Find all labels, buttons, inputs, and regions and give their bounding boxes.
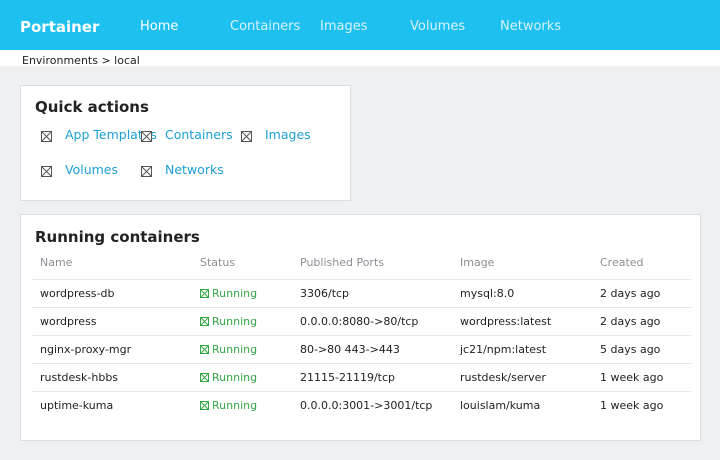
container-name[interactable]: rustdesk-hbbs: [40, 371, 118, 385]
container-image: louislam/kuma: [460, 399, 541, 412]
broken-image-icon: [200, 401, 209, 410]
table-row[interactable]: nginx-proxy-mgr Running 80->80 443->443 …: [32, 335, 691, 363]
nav-volumes[interactable]: Volumes: [410, 19, 465, 35]
broken-image-icon: [241, 131, 252, 142]
container-name[interactable]: nginx-proxy-mgr: [40, 343, 131, 357]
broken-image-icon: [200, 373, 209, 382]
status-label: Running: [212, 371, 258, 384]
status-label: Running: [212, 287, 258, 300]
table-row[interactable]: uptime-kuma Running 0.0.0.0:3001->3001/t…: [32, 391, 691, 419]
created-time: 2 days ago: [600, 315, 661, 328]
status-badge: Running: [200, 343, 257, 357]
container-name[interactable]: uptime-kuma: [40, 399, 113, 413]
quick-action-images[interactable]: Images: [265, 127, 311, 143]
column-header-ports[interactable]: Published Ports: [300, 256, 384, 270]
status-badge: Running: [200, 287, 257, 301]
container-name[interactable]: wordpress-db: [40, 287, 114, 301]
column-header-created[interactable]: Created: [600, 256, 644, 270]
table-row[interactable]: wordpress Running 0.0.0.0:8080->80/tcp w…: [32, 307, 691, 335]
quick-action-networks[interactable]: Networks: [165, 162, 224, 178]
created-time: 2 days ago: [600, 287, 661, 300]
status-label: Running: [212, 343, 258, 356]
status-badge: Running: [200, 315, 257, 329]
column-header-status[interactable]: Status: [200, 256, 235, 270]
published-ports: 3306/tcp: [300, 287, 350, 300]
broken-image-icon: [200, 317, 209, 326]
broken-image-icon: [141, 166, 152, 177]
quick-action-volumes[interactable]: Volumes: [65, 162, 118, 178]
broken-image-icon: [200, 289, 209, 298]
status-badge: Running: [200, 371, 257, 385]
running-containers-title: Running containers: [35, 228, 200, 246]
status-label: Running: [212, 399, 258, 412]
published-ports: 80->80 443->443: [300, 343, 400, 356]
published-ports: 0.0.0.0:8080->80/tcp: [300, 315, 419, 328]
table-row[interactable]: rustdesk-hbbs Running 21115-21119/tcp ru…: [32, 363, 691, 391]
created-time: 5 days ago: [600, 343, 661, 356]
nav-home[interactable]: Home: [140, 19, 178, 35]
created-time: 1 week ago: [600, 399, 664, 412]
nav-images[interactable]: Images: [320, 19, 368, 35]
broken-image-icon: [141, 131, 152, 142]
status-label: Running: [212, 315, 258, 328]
quick-actions-title: Quick actions: [35, 98, 149, 116]
published-ports: 21115-21119/tcp: [300, 371, 396, 384]
nav-containers[interactable]: Containers: [230, 19, 300, 35]
broken-image-icon: [41, 166, 52, 177]
breadcrumb[interactable]: Environments > local: [22, 55, 140, 67]
nav-networks[interactable]: Networks: [500, 19, 561, 35]
table-row[interactable]: wordpress-db Running 3306/tcp mysql:8.0 …: [32, 279, 691, 307]
broken-image-icon: [41, 131, 52, 142]
container-image: wordpress:latest: [460, 315, 552, 328]
status-badge: Running: [200, 399, 257, 413]
column-header-image[interactable]: Image: [460, 256, 494, 270]
container-image: rustdesk/server: [460, 371, 546, 384]
broken-image-icon: [200, 345, 209, 354]
container-image: mysql:8.0: [460, 287, 515, 300]
published-ports: 0.0.0.0:3001->3001/tcp: [300, 399, 433, 412]
container-image: jc21/npm:latest: [460, 343, 547, 356]
brand-logo[interactable]: Portainer: [20, 17, 99, 37]
quick-action-containers[interactable]: Containers: [165, 127, 233, 143]
column-header-name[interactable]: Name: [40, 256, 72, 270]
container-name[interactable]: wordpress: [40, 315, 97, 329]
created-time: 1 week ago: [600, 371, 664, 384]
